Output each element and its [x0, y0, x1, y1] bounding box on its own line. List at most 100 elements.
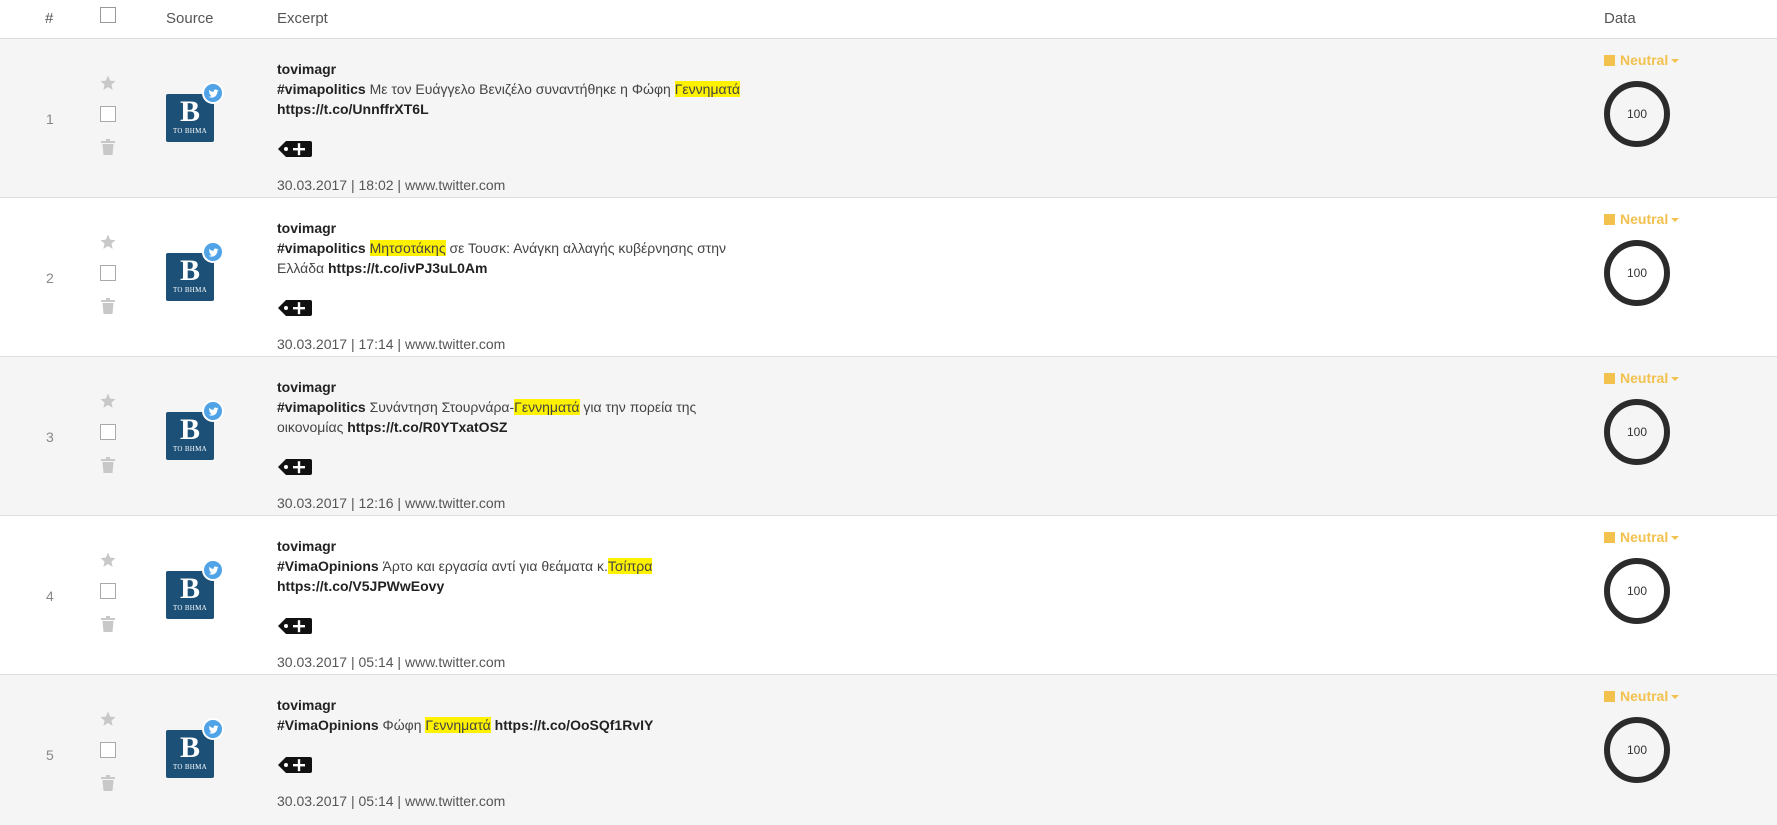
post-content: #vimapolitics Μητσοτάκης σε Τουσκ: Ανάγκ…: [277, 238, 797, 278]
row-checkbox[interactable]: [100, 742, 116, 758]
excerpt-text: tovimagr #vimapolitics Συνάντηση Στουρνάρ…: [277, 377, 797, 437]
post-time: 17:14: [358, 336, 394, 352]
score-circle: 100: [1604, 399, 1670, 465]
author-name[interactable]: tovimagr: [277, 536, 797, 556]
tag-add-icon[interactable]: [277, 457, 313, 477]
highlighted-keyword: Γεννηματά: [514, 399, 580, 415]
sentiment-dropdown[interactable]: Neutral: [1604, 211, 1680, 227]
star-icon[interactable]: [99, 710, 117, 728]
sentiment-label: Neutral: [1620, 529, 1669, 545]
post-domain[interactable]: www.twitter.com: [405, 793, 505, 809]
caret-down-icon: [1671, 377, 1680, 381]
table-row: 1 B ΤΟ ΒΗΜΑ tovimagr #vimapolitics Με τον Ευ…: [0, 39, 1777, 198]
table-header: # Source Excerpt Data: [0, 0, 1777, 39]
logo-subtitle: ΤΟ ΒΗΜΑ: [172, 604, 208, 612]
post-date: 30.03.2017: [277, 336, 348, 352]
caret-down-icon: [1671, 59, 1680, 63]
meta-separator: |: [347, 495, 359, 511]
meta-separator: |: [393, 336, 405, 352]
star-icon[interactable]: [99, 233, 117, 251]
post-meta: 30.03.2017 | 18:02 | www.twitter.com: [277, 177, 505, 193]
post-content: #vimapolitics Συνάντηση Στουρνάρα-Γεννημ…: [277, 397, 797, 437]
post-time: 05:14: [358, 654, 394, 670]
author-name[interactable]: tovimagr: [277, 377, 797, 397]
row-checkbox[interactable]: [100, 424, 116, 440]
sentiment-color-swatch: [1604, 214, 1615, 225]
trash-icon[interactable]: [101, 139, 115, 155]
author-name[interactable]: tovimagr: [277, 59, 797, 79]
logo-subtitle: ΤΟ ΒΗΜΑ: [172, 445, 208, 453]
table-row: 4 B ΤΟ ΒΗΜΑ tovimagr #VimaOpinions Άρτο και …: [0, 516, 1777, 675]
meta-separator: |: [347, 793, 359, 809]
post-domain[interactable]: www.twitter.com: [405, 336, 505, 352]
row-checkbox[interactable]: [100, 265, 116, 281]
select-all-checkbox[interactable]: [100, 7, 116, 23]
highlighted-keyword: Γεννηματά: [425, 717, 491, 733]
twitter-icon: [202, 559, 224, 581]
author-name[interactable]: tovimagr: [277, 695, 797, 715]
sentiment-color-swatch: [1604, 691, 1615, 702]
hashtag[interactable]: #VimaOpinions: [277, 558, 379, 574]
post-meta: 30.03.2017 | 05:14 | www.twitter.com: [277, 793, 505, 809]
sentiment-color-swatch: [1604, 532, 1615, 543]
post-link[interactable]: https://t.co/R0YTxatOSZ: [347, 419, 507, 435]
caret-down-icon: [1671, 695, 1680, 699]
post-date: 30.03.2017: [277, 654, 348, 670]
row-checkbox[interactable]: [100, 106, 116, 122]
star-icon[interactable]: [99, 74, 117, 92]
post-link[interactable]: https://t.co/V5JPWwEovy: [277, 578, 444, 594]
row-checkbox[interactable]: [100, 583, 116, 599]
logo-subtitle: ΤΟ ΒΗΜΑ: [172, 286, 208, 294]
star-icon[interactable]: [99, 392, 117, 410]
meta-separator: |: [347, 336, 359, 352]
post-date: 30.03.2017: [277, 177, 348, 193]
post-content: #vimapolitics Με τον Ευάγγελο Βενιζέλο σ…: [277, 79, 797, 119]
text-segment: σε Τουσκ: Ανάγκη αλλαγής κυβέρνησης στην: [445, 240, 727, 256]
excerpt-text: tovimagr #vimapolitics Μητσοτάκης σε Τουσ…: [277, 218, 797, 278]
tag-add-icon[interactable]: [277, 139, 313, 159]
sentiment-label: Neutral: [1620, 52, 1669, 68]
excerpt-text: tovimagr #VimaOpinions Φώφη Γεννηματά htt…: [277, 695, 797, 735]
tag-add-icon[interactable]: [277, 755, 313, 775]
trash-icon[interactable]: [101, 298, 115, 314]
post-domain[interactable]: www.twitter.com: [405, 177, 505, 193]
results-table: # Source Excerpt Data 1 B ΤΟ ΒΗΜΑ tovimagr #…: [0, 0, 1777, 825]
trash-icon[interactable]: [101, 457, 115, 473]
hashtag[interactable]: #vimapolitics: [277, 240, 366, 256]
score-circle: 100: [1604, 558, 1670, 624]
post-link[interactable]: https://t.co/UnnffrXT6L: [277, 101, 429, 117]
sentiment-dropdown[interactable]: Neutral: [1604, 52, 1680, 68]
sentiment-dropdown[interactable]: Neutral: [1604, 529, 1680, 545]
twitter-icon: [202, 718, 224, 740]
row-number: 5: [46, 747, 54, 763]
sentiment-dropdown[interactable]: Neutral: [1604, 688, 1680, 704]
post-link[interactable]: https://t.co/OoSQf1RvIY: [495, 717, 654, 733]
post-domain[interactable]: www.twitter.com: [405, 495, 505, 511]
post-domain[interactable]: www.twitter.com: [405, 654, 505, 670]
meta-separator: |: [347, 654, 359, 670]
column-header-data: Data: [1604, 10, 1636, 27]
tag-add-icon[interactable]: [277, 616, 313, 636]
post-content: #VimaOpinions Φώφη Γεννηματά https://t.c…: [277, 715, 797, 735]
post-time: 05:14: [358, 793, 394, 809]
sentiment-dropdown[interactable]: Neutral: [1604, 370, 1680, 386]
hashtag[interactable]: #VimaOpinions: [277, 717, 379, 733]
text-segment: Συνάντηση Στουρνάρα-: [365, 399, 515, 415]
table-body: 1 B ΤΟ ΒΗΜΑ tovimagr #vimapolitics Με τον Ευ…: [0, 39, 1777, 825]
row-number: 1: [46, 111, 54, 127]
caret-down-icon: [1671, 218, 1680, 222]
hashtag[interactable]: #vimapolitics: [277, 399, 366, 415]
score-circle: 100: [1604, 240, 1670, 306]
trash-icon[interactable]: [101, 775, 115, 791]
text-segment: οικονομίας: [277, 419, 348, 435]
post-link[interactable]: https://t.co/ivPJ3uL0Am: [328, 260, 487, 276]
star-icon[interactable]: [99, 551, 117, 569]
hashtag[interactable]: #vimapolitics: [277, 81, 366, 97]
post-time: 12:16: [358, 495, 394, 511]
text-segment: για την πορεία της: [579, 399, 697, 415]
text-segment: Άρτο και εργασία αντί για θεάματα κ.: [378, 558, 608, 574]
tag-add-icon[interactable]: [277, 298, 313, 318]
author-name[interactable]: tovimagr: [277, 218, 797, 238]
trash-icon[interactable]: [101, 616, 115, 632]
twitter-icon: [202, 400, 224, 422]
